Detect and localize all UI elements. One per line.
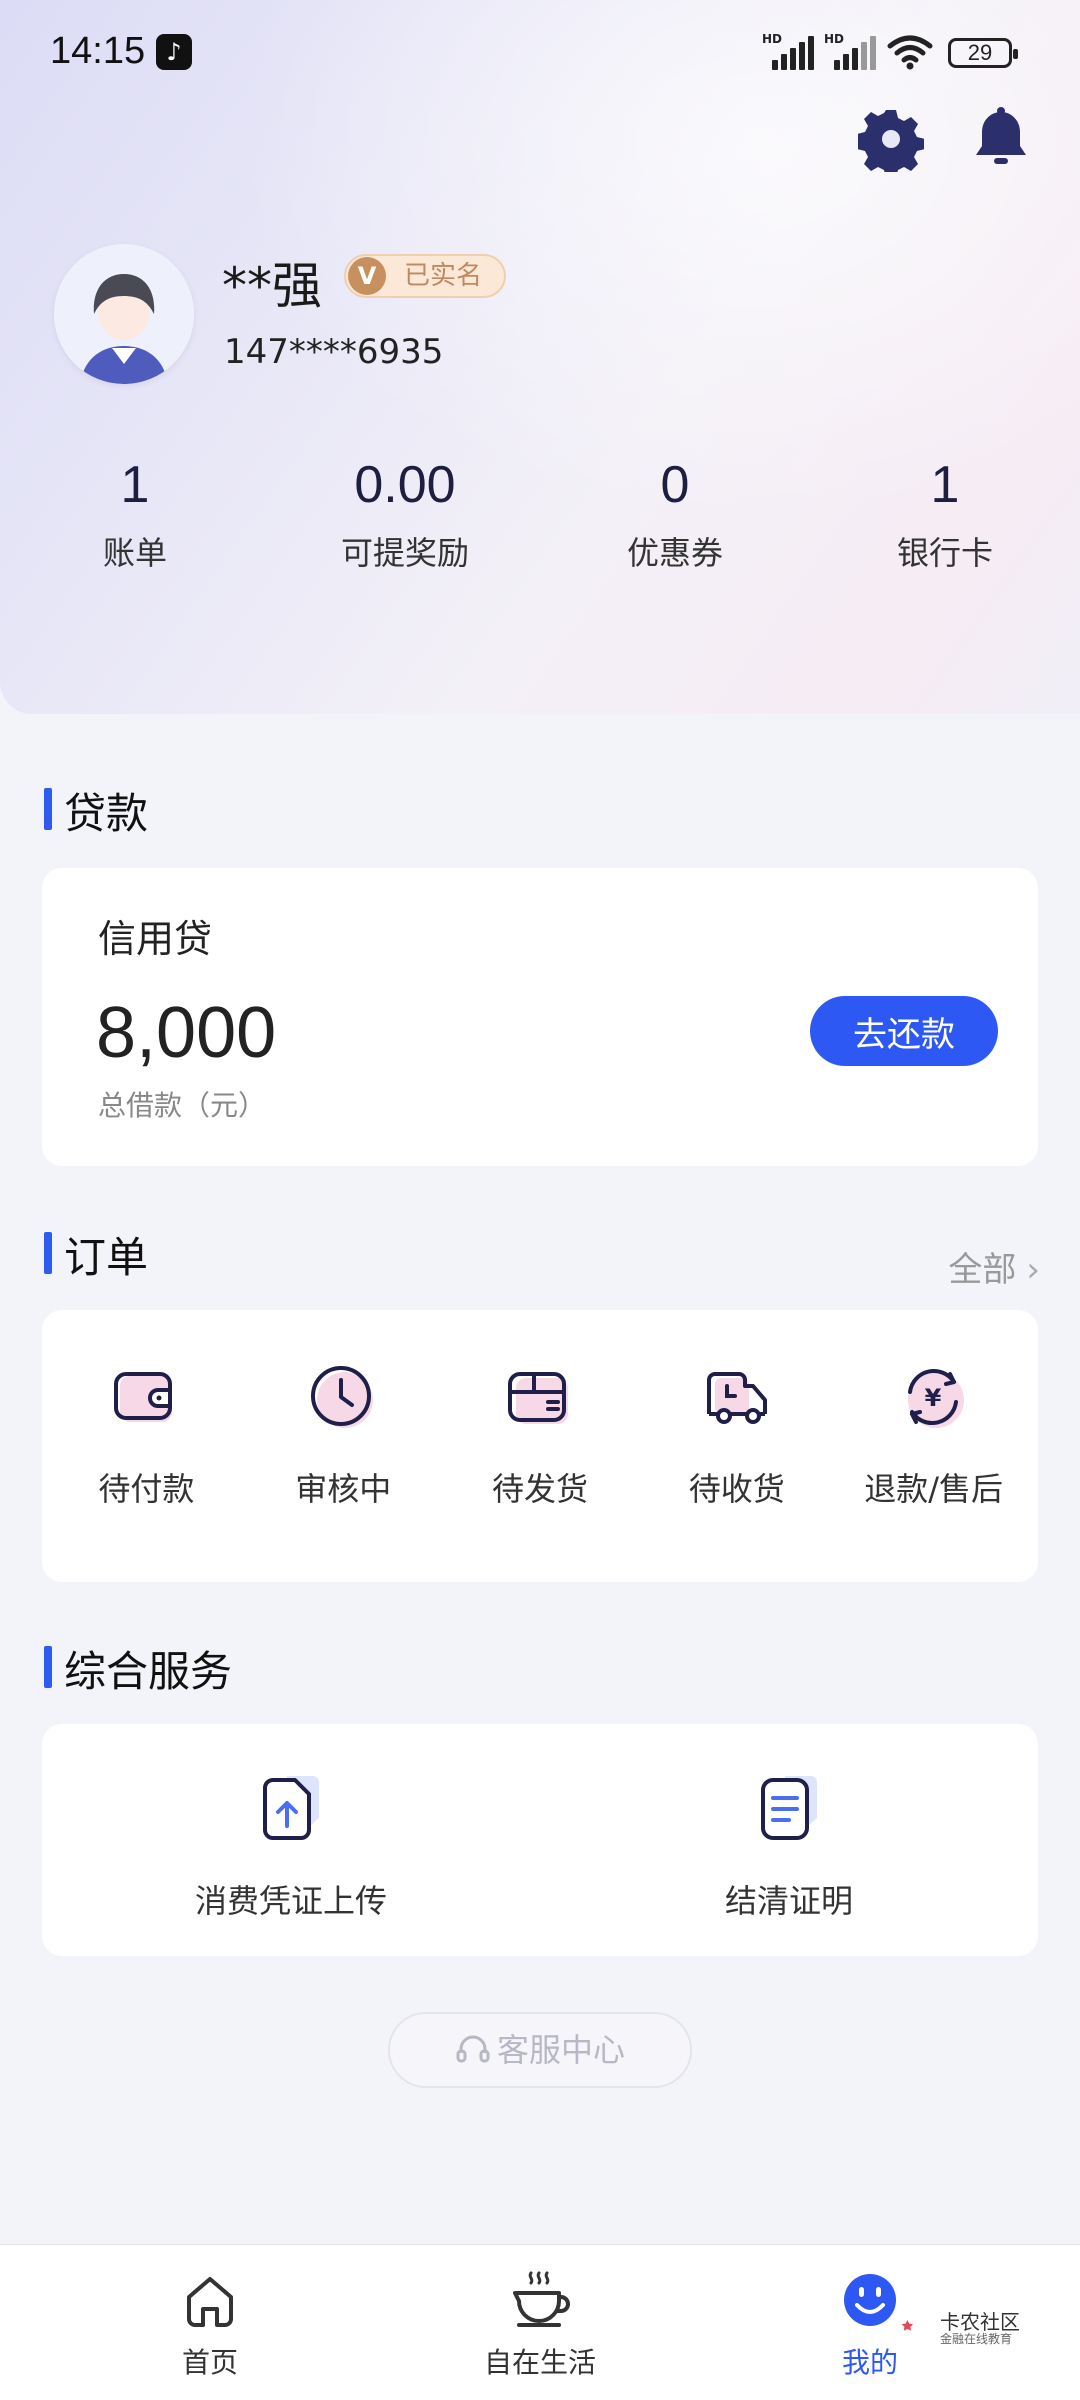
wifi-icon bbox=[887, 35, 933, 70]
loan-section-title: 贷款 bbox=[44, 780, 148, 841]
service-label: 消费凭证上传 bbox=[194, 1882, 387, 1920]
service-label: 结清证明 bbox=[724, 1882, 853, 1920]
account-stats: 1 账单 0.00 可提奖励 0 优惠券 1 银行卡 bbox=[0, 450, 1080, 574]
watermark-logo-icon bbox=[902, 2320, 914, 2331]
stat-label: 账单 bbox=[102, 534, 167, 572]
status-time: 14:15 bbox=[50, 30, 146, 72]
service-settlement-certificate[interactable]: 结清证明 bbox=[540, 1724, 1038, 1956]
wallet-icon bbox=[114, 1372, 173, 1422]
nav-tab-life[interactable]: 自在生活 bbox=[440, 2267, 640, 2381]
avatar-person-icon bbox=[54, 244, 194, 384]
truck-icon bbox=[706, 1372, 767, 1424]
order-pending-payment[interactable]: 待付款 bbox=[48, 1310, 245, 1582]
order-label: 待发货 bbox=[491, 1470, 588, 1508]
service-upload-receipt[interactable]: 消费凭证上传 bbox=[42, 1724, 540, 1956]
nav-label: 自在生活 bbox=[483, 2346, 596, 2379]
coffee-cup-icon bbox=[513, 2271, 570, 2327]
order-label: 审核中 bbox=[295, 1470, 392, 1508]
battery-indicator: 29 bbox=[948, 38, 1018, 68]
nav-tab-home[interactable]: 首页 bbox=[110, 2267, 310, 2381]
order-awaiting-shipment[interactable]: 待发货 bbox=[442, 1310, 639, 1582]
stat-value: 1 bbox=[930, 456, 960, 514]
stat-label: 银行卡 bbox=[896, 534, 993, 572]
order-label: 退款/售后 bbox=[864, 1470, 1003, 1508]
refund-icon: ¥ bbox=[907, 1368, 964, 1428]
stat-bank-cards[interactable]: 1 银行卡 bbox=[810, 450, 1080, 574]
avatar[interactable] bbox=[54, 244, 194, 384]
stat-rewards[interactable]: 0.00 可提奖励 bbox=[270, 450, 540, 574]
smiley-icon bbox=[844, 2274, 896, 2326]
home-icon bbox=[187, 2277, 233, 2327]
upload-document-icon bbox=[263, 1776, 319, 1840]
signal-icon-2: HD bbox=[824, 32, 878, 70]
watermark-subtitle: 金融在线教育 bbox=[940, 2332, 1013, 2346]
stat-bills[interactable]: 1 账单 bbox=[0, 450, 270, 574]
certificate-document-icon bbox=[761, 1776, 817, 1840]
nav-label-active: 我的 bbox=[841, 2346, 898, 2379]
service-card: 消费凭证上传 结清证明 bbox=[42, 1724, 1038, 1956]
signal-hd-label-2: HD bbox=[824, 32, 845, 46]
stat-coupons[interactable]: 0 优惠券 bbox=[540, 450, 810, 574]
customer-service-label: 客服中心 bbox=[496, 2031, 625, 2069]
verified-badge-label: 已实名 bbox=[404, 261, 483, 291]
loan-product-name: 信用贷 bbox=[98, 917, 213, 961]
order-awaiting-delivery[interactable]: 待收货 bbox=[638, 1310, 835, 1582]
customer-service-button[interactable]: 客服中心 bbox=[388, 2012, 692, 2088]
bell-icon[interactable] bbox=[968, 106, 1034, 172]
loan-card[interactable]: 信用贷 8,000 总借款（元） 去还款 bbox=[42, 868, 1038, 1166]
package-icon bbox=[507, 1372, 568, 1424]
tiktok-notification-icon: ♪ bbox=[156, 34, 192, 70]
nav-label: 首页 bbox=[181, 2346, 238, 2379]
user-name: **强 bbox=[222, 257, 322, 315]
order-refund-aftersales[interactable]: ¥ 退款/售后 bbox=[835, 1310, 1032, 1582]
stat-label: 优惠券 bbox=[626, 534, 723, 572]
verified-v-icon: V bbox=[348, 257, 386, 295]
headset-icon bbox=[456, 2035, 490, 2063]
phone-number: 147****6935 bbox=[224, 332, 444, 372]
order-card: 待付款 审核中 待发货 待收货 ¥ 退款/售后 bbox=[42, 1310, 1038, 1582]
order-label: 待收货 bbox=[688, 1470, 785, 1508]
svg-text:¥: ¥ bbox=[924, 1384, 941, 1412]
gear-icon[interactable] bbox=[858, 106, 924, 172]
chevron-right-icon: › bbox=[1026, 1250, 1040, 1290]
clock-icon bbox=[311, 1366, 374, 1428]
view-all-label: 全部 bbox=[948, 1250, 1017, 1290]
order-section-title: 订单 bbox=[44, 1224, 148, 1285]
status-bar: 14:15 ♪ HD HD 29 bbox=[0, 0, 1080, 100]
order-label: 待付款 bbox=[98, 1470, 195, 1508]
stat-value: 0.00 bbox=[354, 456, 456, 514]
verified-badge: V 已实名 bbox=[344, 254, 507, 298]
stat-value: 1 bbox=[120, 456, 150, 514]
loan-amount: 8,000 bbox=[96, 993, 277, 1073]
service-section-title: 综合服务 bbox=[44, 1638, 232, 1699]
loan-amount-label: 总借款（元） bbox=[98, 1089, 267, 1122]
stat-label: 可提奖励 bbox=[340, 534, 469, 572]
order-under-review[interactable]: 审核中 bbox=[245, 1310, 442, 1582]
signal-hd-label: HD bbox=[762, 32, 783, 46]
stat-value: 0 bbox=[660, 456, 690, 514]
view-all-orders-link[interactable]: 全部 › bbox=[948, 1242, 1040, 1291]
repay-button[interactable]: 去还款 bbox=[810, 996, 998, 1066]
signal-icon: HD bbox=[762, 32, 816, 70]
